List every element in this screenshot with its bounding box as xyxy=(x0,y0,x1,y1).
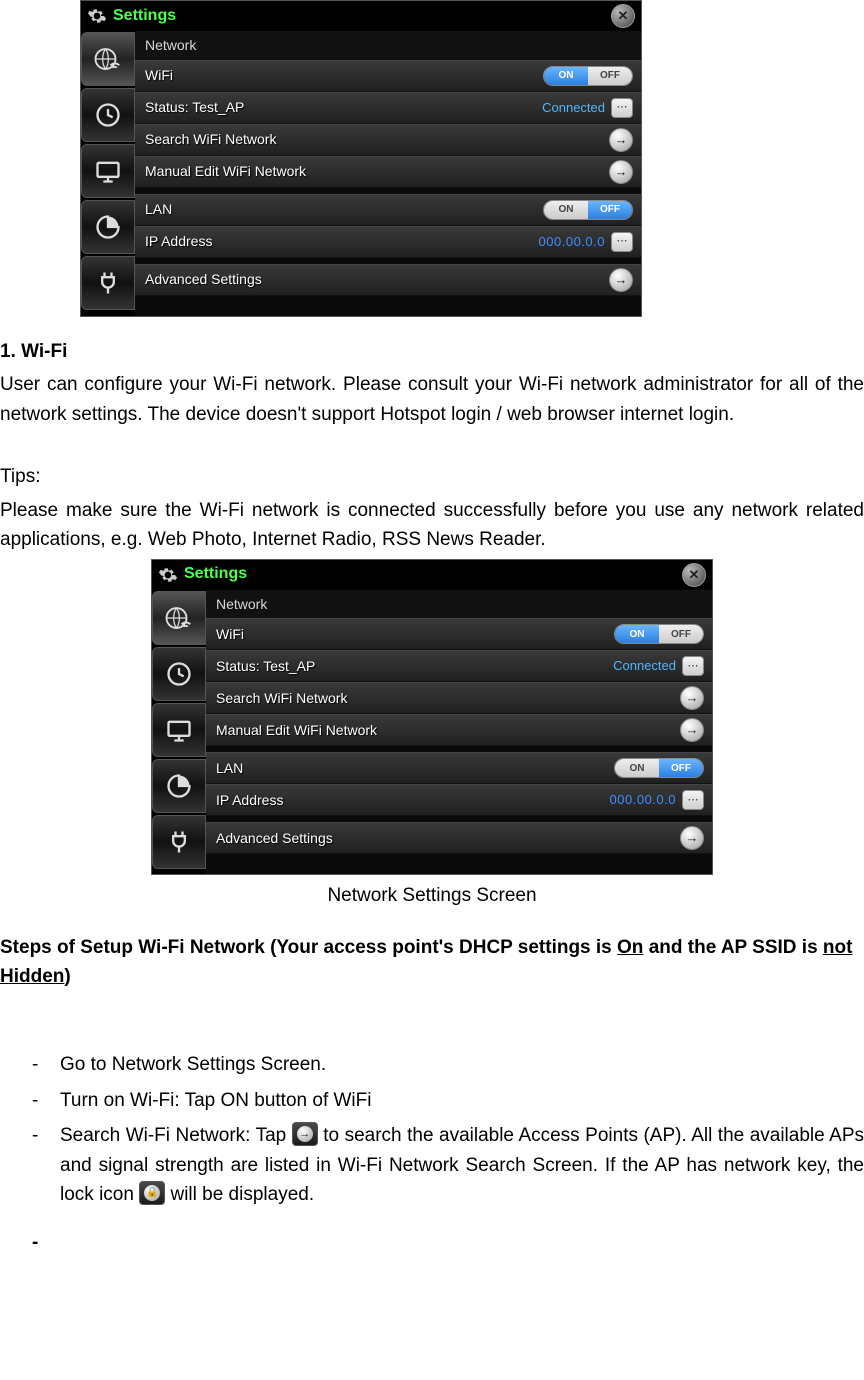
screenshot-caption: Network Settings Screen xyxy=(0,881,864,910)
settings-title: Settings xyxy=(113,4,176,29)
settings-title: Settings xyxy=(184,562,247,587)
plug-icon xyxy=(94,269,122,297)
row-manual-wifi[interactable]: Manual Edit WiFi Network→ xyxy=(206,714,712,746)
step-3: Search Wi-Fi Network: Tap → to search th… xyxy=(32,1121,864,1209)
row-search-wifi[interactable]: Search WiFi Network→ xyxy=(206,682,712,714)
lock-icon: 🔒 xyxy=(144,1185,160,1201)
manual-wifi-label: Manual Edit WiFi Network xyxy=(145,161,609,183)
lan-toggle[interactable]: ONOFF xyxy=(614,758,704,778)
globe-wifi-icon xyxy=(164,603,194,633)
arrow-icon: → xyxy=(609,268,633,292)
tab-time[interactable] xyxy=(81,88,135,142)
row-wifi: WiFi ONOFF xyxy=(206,618,712,650)
advanced-label: Advanced Settings xyxy=(145,269,609,291)
arrow-icon: → xyxy=(297,1126,313,1142)
pie-icon xyxy=(94,213,122,241)
lan-toggle[interactable]: ON OFF xyxy=(543,200,633,220)
arrow-icon: → xyxy=(680,686,704,710)
ip-edit-button[interactable]: ⋯ xyxy=(682,790,704,810)
section-network-label: Network xyxy=(135,31,641,60)
row-status: Status: Test_AP Connected⋯ xyxy=(206,650,712,682)
heading-wifi: 1. Wi-Fi xyxy=(0,337,864,366)
tab-time[interactable] xyxy=(152,647,206,701)
tab-display[interactable] xyxy=(81,144,135,198)
row-ip: IP Address000.00.0.0⋯ xyxy=(206,784,712,816)
globe-wifi-icon xyxy=(93,44,123,74)
gear-icon xyxy=(87,6,107,26)
wifi-toggle[interactable]: ONOFF xyxy=(614,624,704,644)
plug-icon xyxy=(165,828,193,856)
steps-heading: Steps of Setup Wi-Fi Network (Your acces… xyxy=(0,933,864,992)
ip-value: 000.00.0.0 xyxy=(539,232,605,252)
close-button[interactable]: ✕ xyxy=(611,4,635,28)
side-tabs xyxy=(81,31,135,316)
search-wifi-label: Search WiFi Network xyxy=(145,129,609,151)
arrow-icon: → xyxy=(609,128,633,152)
inline-lock-button: 🔒 xyxy=(139,1181,165,1205)
tab-display[interactable] xyxy=(152,703,206,757)
toggle-off-half: OFF xyxy=(588,67,632,85)
tab-power[interactable] xyxy=(81,256,135,310)
settings-header: Settings ✕ xyxy=(81,1,641,31)
monitor-icon xyxy=(165,716,193,744)
ip-label: IP Address xyxy=(145,231,539,253)
settings-header: Settings ✕ xyxy=(152,560,712,590)
tab-storage[interactable] xyxy=(81,200,135,254)
arrow-icon: → xyxy=(680,718,704,742)
status-value: Connected xyxy=(542,98,605,118)
status-label: Status: Test_AP xyxy=(145,97,542,119)
gear-icon xyxy=(158,565,178,585)
wifi-toggle[interactable]: ON OFF xyxy=(543,66,633,86)
toggle-on-half: ON xyxy=(544,67,588,85)
monitor-icon xyxy=(94,157,122,185)
close-button[interactable]: ✕ xyxy=(682,563,706,587)
row-wifi: WiFi ON OFF xyxy=(135,60,641,92)
ip-edit-button[interactable]: ⋯ xyxy=(611,232,633,252)
wifi-label: WiFi xyxy=(145,65,543,87)
tab-power[interactable] xyxy=(152,815,206,869)
settings-screenshot-2: Settings ✕ Network WiFi ONOFF xyxy=(151,559,713,876)
row-advanced[interactable]: Advanced Settings → xyxy=(135,264,641,296)
row-lan: LANONOFF xyxy=(206,752,712,784)
row-status: Status: Test_AP Connected ⋯ xyxy=(135,92,641,124)
row-lan: LAN ON OFF xyxy=(135,194,641,226)
steps-list: Go to Network Settings Screen. Turn on W… xyxy=(0,1050,864,1209)
step-2: Turn on Wi-Fi: Tap ON button of WiFi xyxy=(32,1086,864,1115)
arrow-icon: → xyxy=(609,160,633,184)
inline-arrow-button: → xyxy=(292,1122,318,1146)
row-advanced[interactable]: Advanced Settings→ xyxy=(206,822,712,854)
lan-label: LAN xyxy=(145,199,543,221)
row-ip: IP Address 000.00.0.0 ⋯ xyxy=(135,226,641,258)
status-more-button[interactable]: ⋯ xyxy=(682,656,704,676)
para-wifi-intro: User can configure your Wi-Fi network. P… xyxy=(0,370,864,429)
tab-storage[interactable] xyxy=(152,759,206,813)
trailing-dash: - xyxy=(0,1228,864,1257)
clock-icon xyxy=(94,101,122,129)
settings-screenshot-1: Settings ✕ xyxy=(80,0,642,317)
tips-label: Tips: xyxy=(0,462,864,491)
tips-body: Please make sure the Wi-Fi network is co… xyxy=(0,496,864,555)
row-search-wifi[interactable]: Search WiFi Network → xyxy=(135,124,641,156)
section-network-label: Network xyxy=(206,590,712,619)
step-1: Go to Network Settings Screen. xyxy=(32,1050,864,1079)
row-manual-wifi[interactable]: Manual Edit WiFi Network → xyxy=(135,156,641,188)
tab-network[interactable] xyxy=(152,591,206,645)
clock-icon xyxy=(165,660,193,688)
status-more-button[interactable]: ⋯ xyxy=(611,98,633,118)
side-tabs xyxy=(152,590,206,875)
pie-icon xyxy=(165,772,193,800)
arrow-icon: → xyxy=(680,826,704,850)
tab-network[interactable] xyxy=(81,32,135,86)
